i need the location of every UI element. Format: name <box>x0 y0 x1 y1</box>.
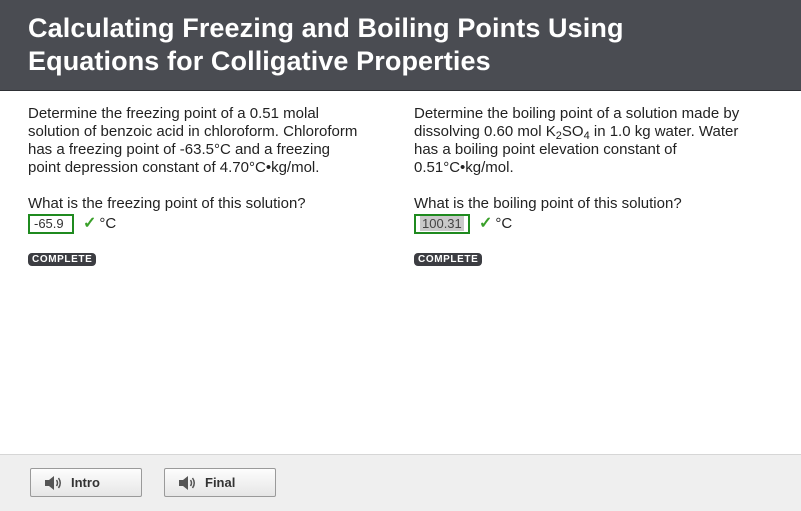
page-title: Calculating Freezing and Boiling Points … <box>28 12 773 78</box>
question-text-line: Determine the freezing point of a 0.51 m… <box>28 105 319 122</box>
speaker-icon <box>45 475 61 490</box>
freezing-point-answer-field[interactable]: -65.9 <box>28 214 74 234</box>
unit-label: °C <box>495 215 513 232</box>
question-prompt: What is the freezing point of this solut… <box>28 195 306 212</box>
speaker-icon <box>179 475 195 490</box>
boiling-point-question: Determine the boiling point of a solutio… <box>414 105 774 267</box>
question-text-line: Determine the boiling point of a solutio… <box>414 105 740 122</box>
unit-label: °C <box>99 215 117 232</box>
answer-value: 100.31 <box>420 216 464 231</box>
page-title-line-1: Calculating Freezing and Boiling Points … <box>28 13 624 43</box>
question-text: Determine the freezing point of a 0.51 m… <box>28 105 388 177</box>
question-text-line: has a freezing point of -63.5°C and a fr… <box>28 141 331 158</box>
question-prompt: What is the boiling point of this soluti… <box>414 195 682 212</box>
answer-row: 100.31 ✓ °C <box>414 214 774 234</box>
question-text-line: dissolving 0.60 mol K2SO4 in 1.0 kg wate… <box>414 123 739 142</box>
question-text-line: has a boiling point elevation constant o… <box>414 141 677 158</box>
answer-row: -65.9 ✓ °C <box>28 214 388 234</box>
complete-badge: COMPLETE <box>28 253 97 266</box>
complete-badge: COMPLETE <box>414 253 483 266</box>
check-icon: ✓ <box>83 215 97 232</box>
content-area: Determine the freezing point of a 0.51 m… <box>0 91 801 454</box>
freezing-point-question: Determine the freezing point of a 0.51 m… <box>28 105 388 267</box>
page-title-line-2: Equations for Colligative Properties <box>28 46 491 76</box>
question-text-line: solution of benzoic acid in chloroform. … <box>28 123 358 140</box>
question-text-line: 0.51°C•kg/mol. <box>414 159 514 176</box>
boiling-point-answer-field[interactable]: 100.31 <box>414 214 470 234</box>
formula-part: SO <box>561 123 584 140</box>
answer-value: -65.9 <box>34 216 64 231</box>
page-header: Calculating Freezing and Boiling Points … <box>0 0 801 91</box>
footer-bar: Intro Final <box>0 454 801 511</box>
question-text: Determine the boiling point of a solutio… <box>414 105 774 177</box>
intro-button[interactable]: Intro <box>30 468 142 497</box>
formula-part: in 1.0 kg water. Water <box>589 123 739 140</box>
check-icon: ✓ <box>479 215 493 232</box>
final-button-label: Final <box>205 475 236 490</box>
question-text-line: point depression constant of 4.70°C•kg/m… <box>28 159 320 176</box>
intro-button-label: Intro <box>71 475 100 490</box>
formula-part: dissolving 0.60 mol K <box>414 123 556 140</box>
final-button[interactable]: Final <box>164 468 276 497</box>
